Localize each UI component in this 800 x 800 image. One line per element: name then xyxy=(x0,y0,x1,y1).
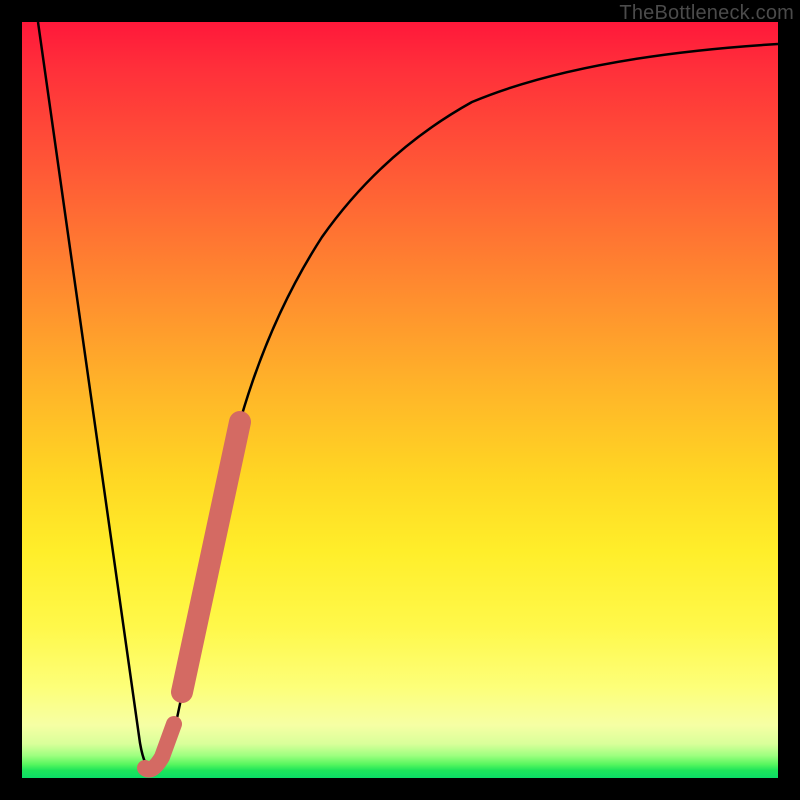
chart-frame: TheBottleneck.com xyxy=(0,0,800,800)
bottleneck-curve xyxy=(38,22,778,770)
highlight-hook xyxy=(145,724,174,770)
plot-area xyxy=(22,22,778,778)
watermark-text: TheBottleneck.com xyxy=(619,2,794,25)
curve-layer xyxy=(22,22,778,778)
highlight-segment xyxy=(182,422,240,692)
